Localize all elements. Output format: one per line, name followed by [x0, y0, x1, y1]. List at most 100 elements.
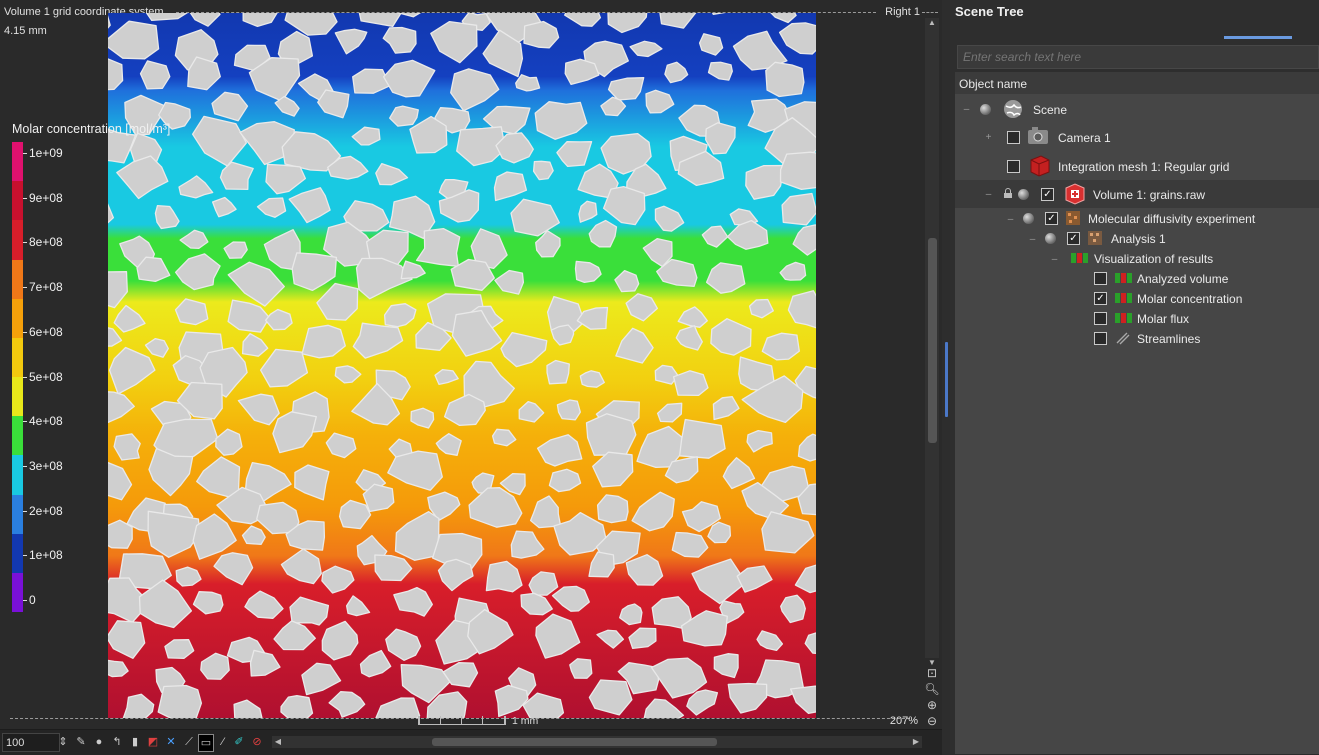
splitter-grip[interactable]: [945, 342, 948, 417]
visualization-icon: [1071, 253, 1088, 263]
legend-color-segment: [12, 181, 23, 221]
collapse-icon[interactable]: –: [1050, 255, 1059, 265]
legend-color-segment: [12, 455, 23, 495]
legend-tick-label: 1e+08: [23, 548, 63, 563]
visibility-icon[interactable]: [1023, 213, 1034, 224]
zoom-out-icon[interactable]: ⊖: [924, 714, 940, 729]
legend-title: Molar concentration [mol/m³]: [12, 122, 171, 136]
axis-x-icon[interactable]: ✕: [164, 734, 178, 750]
tree-item-molar-concentration[interactable]: ✓ Molar concentration: [955, 289, 1319, 309]
collapse-icon[interactable]: –: [1006, 215, 1015, 225]
circle-tool-icon[interactable]: ●: [92, 734, 106, 750]
bounding-line-top-right: [922, 12, 938, 13]
panel-tab-indicator: [1224, 36, 1292, 39]
volume-render-image[interactable]: [108, 13, 816, 718]
tree-item-molar-flux[interactable]: Molar flux: [955, 309, 1319, 329]
tree-item-visualization[interactable]: – Visualization of results: [955, 249, 1319, 269]
tree-item-analysis[interactable]: – ✓ Analysis 1: [955, 229, 1319, 249]
expand-icon[interactable]: +: [984, 133, 993, 143]
visibility-checkbox[interactable]: [1094, 312, 1107, 325]
tree-item-label: Integration mesh 1: Regular grid: [1058, 160, 1230, 174]
scroll-up-icon[interactable]: ▲: [925, 18, 939, 28]
slice-icon[interactable]: ◩: [146, 734, 160, 750]
tree-item-scene[interactable]: – Scene: [955, 98, 1319, 122]
zoom-fit-icon[interactable]: ⊡: [924, 666, 940, 681]
tree-item-analyzed-volume[interactable]: Analyzed volume: [955, 269, 1319, 289]
legend-tick-label: 1e+09: [23, 146, 63, 160]
grain: [569, 658, 593, 679]
panel-splitter[interactable]: [942, 0, 950, 754]
legend-color-segment: [12, 259, 23, 300]
horizontal-scroll-thumb[interactable]: [432, 738, 717, 746]
collapse-icon[interactable]: –: [1028, 235, 1037, 245]
visibility-checkbox[interactable]: ✓: [1067, 232, 1080, 245]
zoom-in-icon[interactable]: ⊕: [924, 698, 940, 713]
tree-item-streamlines[interactable]: Streamlines: [955, 329, 1319, 349]
legend-tick-label: 2e+08: [23, 503, 63, 518]
visibility-icon[interactable]: [980, 104, 991, 115]
experiment-icon: [1066, 211, 1080, 225]
pen-icon[interactable]: ⁄: [216, 734, 230, 750]
scene-tree-panel: Scene Tree Object name – Scene + Camera …: [950, 0, 1319, 754]
search-input[interactable]: [957, 45, 1319, 69]
visibility-icon[interactable]: [1045, 233, 1056, 244]
grain: [596, 494, 629, 524]
spin-icon[interactable]: ⇕: [56, 734, 70, 750]
streamlines-icon: [1116, 332, 1130, 345]
tree-item-experiment[interactable]: – ✓ Molecular diffusivity experiment: [955, 209, 1319, 229]
legend-color-segment: [12, 494, 23, 535]
tree-item-label: Molar concentration: [1137, 292, 1243, 306]
legend-color-segment: [12, 533, 23, 574]
scale-bar: [418, 716, 506, 725]
visibility-checkbox[interactable]: ✓: [1041, 188, 1054, 201]
grain: [108, 519, 133, 549]
visibility-checkbox[interactable]: [1094, 332, 1107, 345]
lock-icon[interactable]: [1003, 188, 1012, 198]
tree-item-volume[interactable]: – ✓ Volume 1: grains.raw: [955, 180, 1319, 208]
legend-color-segment: [12, 142, 23, 182]
ruler-icon[interactable]: ▭: [198, 734, 214, 752]
tree-item-integration-mesh[interactable]: Integration mesh 1: Regular grid: [955, 155, 1319, 179]
visibility-checkbox[interactable]: ✓: [1094, 292, 1107, 305]
horizontal-scrollbar[interactable]: ◀ ▶: [272, 736, 922, 748]
visibility-checkbox[interactable]: [1007, 131, 1020, 144]
grain: [157, 684, 203, 718]
collapse-icon[interactable]: –: [984, 190, 993, 200]
clip-icon[interactable]: ▮: [128, 734, 142, 750]
visibility-icon[interactable]: [1018, 189, 1029, 200]
probe-icon[interactable]: ✎: [74, 734, 88, 750]
tree-item-label: Molecular diffusivity experiment: [1088, 212, 1256, 226]
3d-viewport[interactable]: Volume 1 grid coordinate system 4.15 mm …: [0, 0, 942, 755]
vertical-scroll-thumb[interactable]: [928, 238, 937, 443]
viewport-toolbar: ⇕ ✎ ● ↰ ▮ ◩ ✕ ⟋ ▭ ⁄ ✐ ⊘ ◀ ▶: [0, 729, 942, 755]
legend-tick-label: 5e+08: [23, 369, 63, 384]
legend-tick-label: 8e+08: [23, 235, 63, 250]
vertical-scrollbar[interactable]: ▲ ▼: [925, 18, 939, 667]
tree-item-camera[interactable]: + Camera 1: [955, 126, 1319, 150]
scale-bar-label: 1 mm: [512, 715, 539, 727]
volume-icon: [1065, 183, 1085, 205]
rotate-icon[interactable]: ↰: [110, 734, 124, 750]
scroll-left-icon[interactable]: ◀: [272, 736, 284, 748]
zoom-search-icon[interactable]: 🔍︎: [924, 682, 940, 697]
molar-concentration-icon: [1115, 293, 1132, 303]
scroll-right-icon[interactable]: ▶: [910, 736, 922, 748]
no-entry-icon[interactable]: ⊘: [250, 734, 264, 750]
grain: [546, 359, 570, 385]
visibility-checkbox[interactable]: [1007, 160, 1020, 173]
visibility-checkbox[interactable]: ✓: [1045, 212, 1058, 225]
grain: [779, 151, 816, 191]
collapse-icon[interactable]: –: [962, 105, 971, 115]
measure-icon[interactable]: ⟋: [182, 734, 196, 750]
tree-item-label: Analysis 1: [1111, 232, 1166, 246]
grain: [585, 413, 637, 456]
visibility-checkbox[interactable]: [1094, 272, 1107, 285]
tree-item-label: Molar flux: [1137, 312, 1190, 326]
grain: [515, 74, 541, 92]
analysis-icon: [1088, 231, 1102, 245]
legend-color-segment: [12, 220, 23, 260]
scene-tree: Object name – Scene + Camera 1 Integrati…: [955, 72, 1319, 754]
zoom-value-input[interactable]: [2, 733, 60, 752]
pencil-icon[interactable]: ✐: [232, 734, 246, 750]
legend-tick-label: 7e+08: [23, 280, 63, 295]
